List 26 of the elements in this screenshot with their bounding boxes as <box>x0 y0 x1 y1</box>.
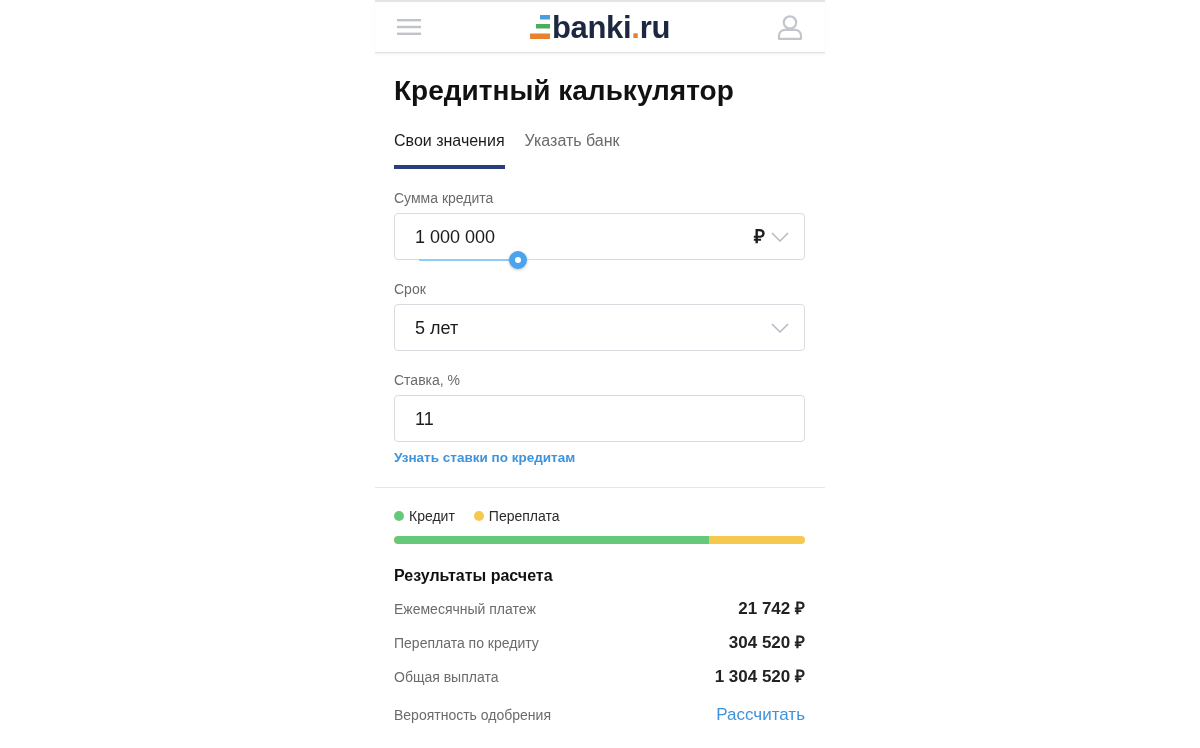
field-label: Ставка, % <box>394 371 462 389</box>
user-icon[interactable] <box>777 14 803 40</box>
chevron-down-icon <box>771 231 789 242</box>
field-label: Срок <box>394 280 427 298</box>
logo-text[interactable]: banki.ru <box>551 11 671 43</box>
result-label: Переплата по кредиту <box>394 634 539 652</box>
result-value: 21 742 ₽ <box>738 599 805 619</box>
legend-label: Кредит <box>409 507 455 525</box>
result-label: Ежемесячный платеж <box>394 600 536 618</box>
result-label: Общая выплата <box>394 668 499 686</box>
result-label: Вероятность одобрения <box>394 706 551 724</box>
results-heading: Результаты расчета <box>394 566 554 586</box>
logo-bars-icon[interactable] <box>529 15 550 39</box>
chevron-down-icon <box>771 322 789 333</box>
result-value: 1 304 520 ₽ <box>714 667 805 687</box>
legend-label: Переплата <box>488 507 560 525</box>
result-value: 304 520 ₽ <box>728 633 805 653</box>
field-label: Сумма кредита <box>394 189 495 207</box>
slider-handle[interactable] <box>508 250 527 269</box>
currency-select[interactable]: ₽ <box>754 225 789 248</box>
menu-icon[interactable] <box>397 19 421 35</box>
select-field[interactable]: 5 лет <box>394 304 805 351</box>
tab[interactable]: Свои значения <box>394 123 505 169</box>
page-title: Кредитный калькулятор <box>394 74 735 108</box>
tab[interactable]: Указать банк <box>524 123 620 169</box>
input-field[interactable]: 11 <box>394 395 805 442</box>
